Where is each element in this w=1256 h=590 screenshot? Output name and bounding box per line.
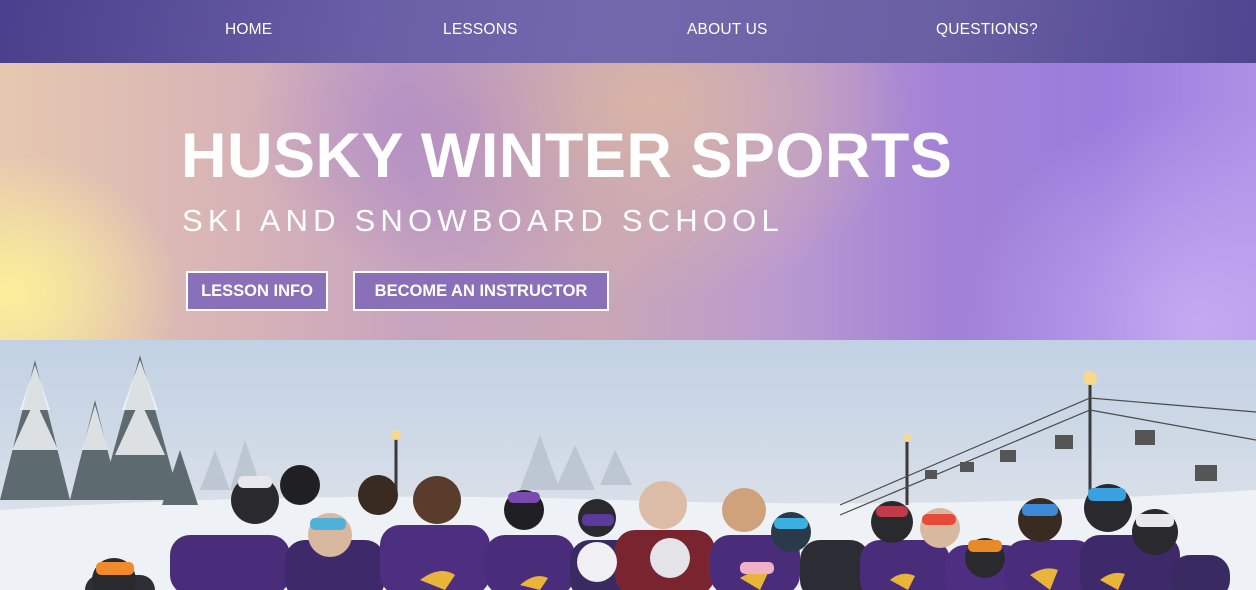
nav-questions[interactable]: QUESTIONS? (936, 21, 1038, 39)
group-photo-illustration (0, 355, 1256, 590)
lesson-info-button[interactable]: LESSON INFO (186, 271, 328, 311)
nav-about-us[interactable]: ABOUT US (687, 21, 768, 39)
hero-subtitle: SKI AND SNOWBOARD SCHOOL (182, 203, 784, 238)
hero-title: HUSKY WINTER SPORTS (181, 121, 953, 191)
become-instructor-button[interactable]: BECOME AN INSTRUCTOR (353, 271, 609, 311)
hero-banner: HUSKY WINTER SPORTS SKI AND SNOWBOARD SC… (0, 63, 1256, 340)
group-photo (0, 340, 1256, 590)
nav-home[interactable]: HOME (225, 21, 272, 39)
top-navigation: HOME LESSONS ABOUT US QUESTIONS? (0, 0, 1256, 63)
nav-lessons[interactable]: LESSONS (443, 21, 518, 39)
